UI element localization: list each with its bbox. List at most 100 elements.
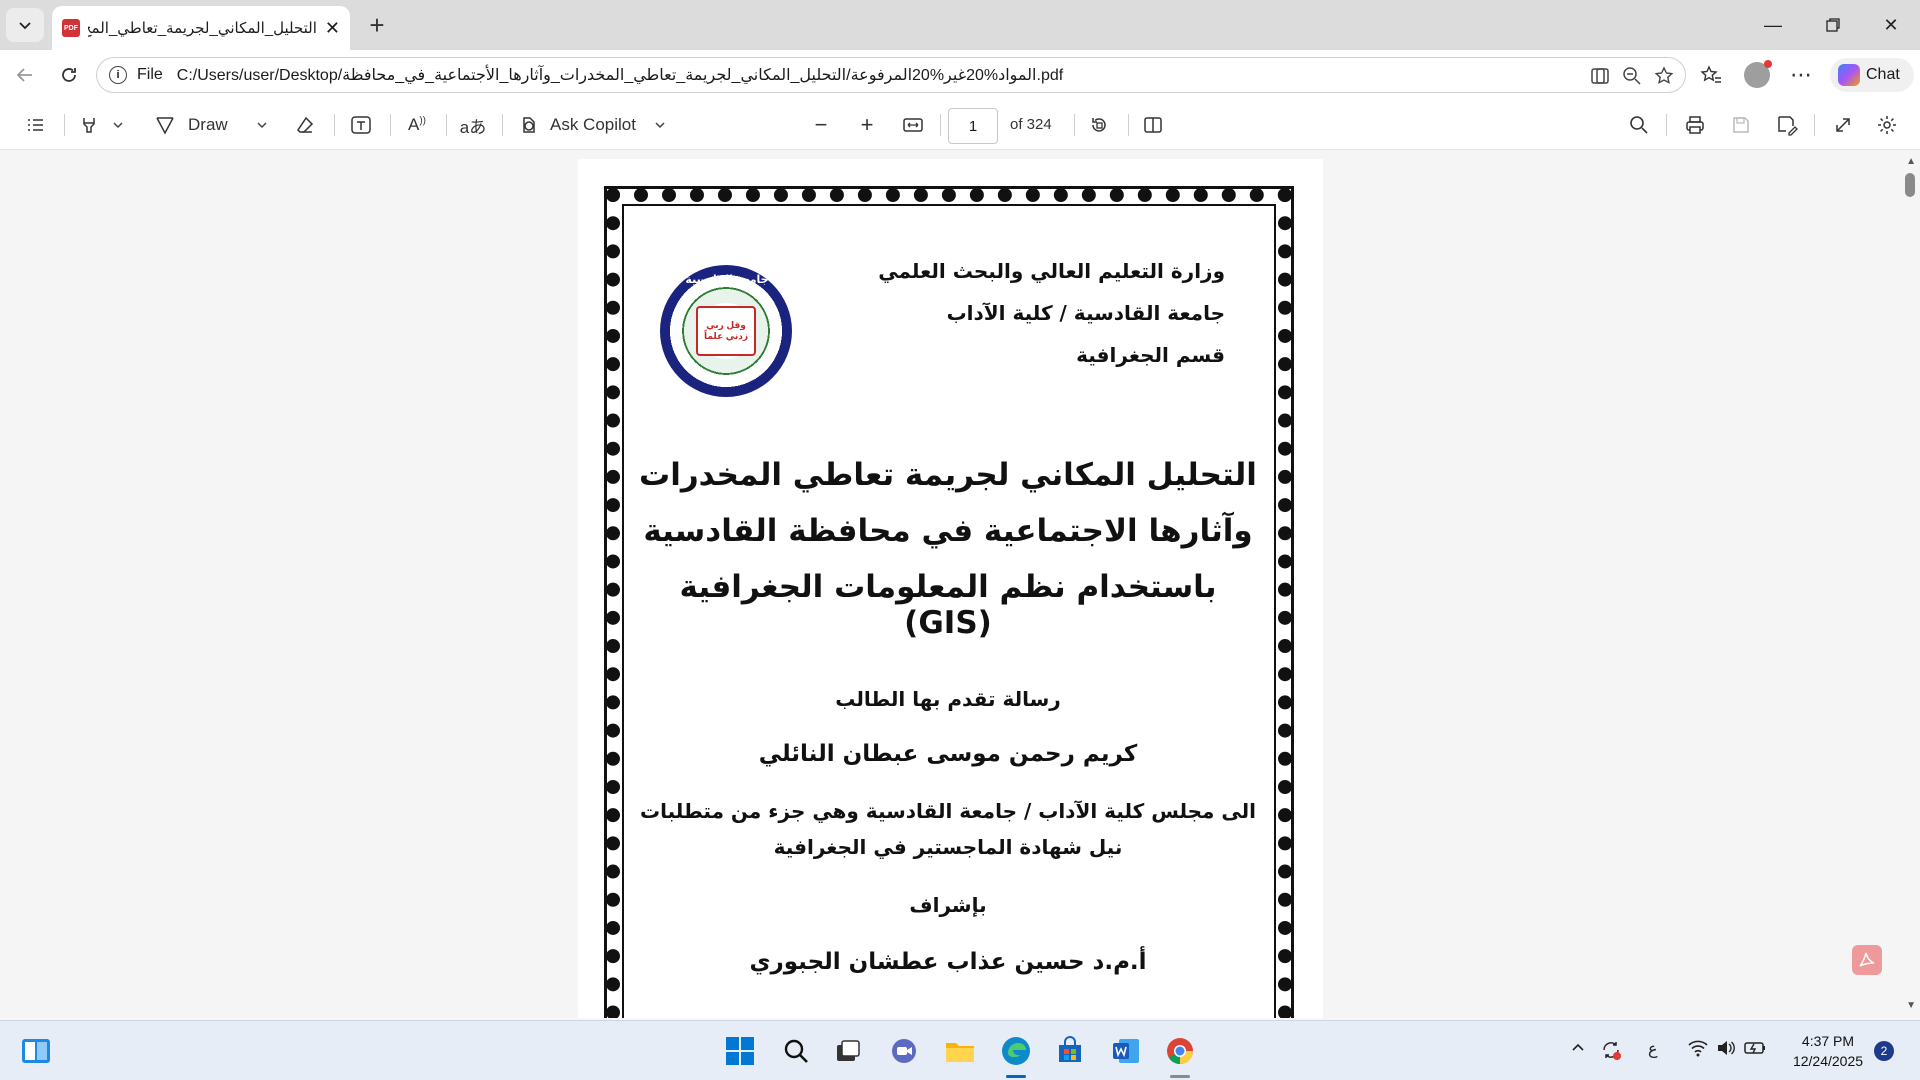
sync-status-button[interactable] <box>1600 1039 1622 1066</box>
copilot-chat-button[interactable]: Chat <box>1830 58 1914 92</box>
divider <box>1666 114 1667 136</box>
system-clock[interactable]: 4:37 PM 12/24/2025 <box>1785 1031 1871 1071</box>
supervisor-name: أ.م.د حسين عذاب عطشان الجبوري <box>749 949 1147 975</box>
contents-button[interactable] <box>18 108 52 142</box>
input-language-indicator[interactable]: ع <box>1648 1039 1658 1059</box>
page-view-button[interactable] <box>1136 108 1170 142</box>
profile-button[interactable] <box>1740 58 1774 92</box>
page-view-icon <box>1144 117 1162 133</box>
printer-icon <box>1686 116 1704 134</box>
notification-count-badge[interactable]: 2 <box>1874 1041 1894 1061</box>
tab-actions-menu-button[interactable] <box>6 8 44 42</box>
divider <box>64 114 65 136</box>
purpose-line-2: نيل شهادة الماجستير في الجغرافية <box>773 835 1123 859</box>
widgets-icon <box>22 1039 50 1063</box>
running-app-indicator <box>1170 1075 1190 1078</box>
zoom-out-icon[interactable] <box>1619 63 1645 89</box>
erase-button[interactable] <box>288 108 322 142</box>
chrome-button[interactable] <box>1160 1031 1200 1071</box>
chrome-icon <box>1167 1038 1193 1065</box>
more-menu-icon[interactable]: ⋯ <box>1784 58 1818 92</box>
highlighter-icon <box>83 118 95 133</box>
ministry-line-3: قسم الجغرافية <box>1076 343 1225 367</box>
back-button[interactable] <box>8 58 42 92</box>
seal-motto: وقل ربي زدني علماً <box>696 306 756 356</box>
save-as-button[interactable] <box>1770 108 1804 142</box>
scroll-up-arrow-icon[interactable]: ▲ <box>1906 156 1916 167</box>
show-hidden-icons-button[interactable] <box>1570 1039 1586 1060</box>
file-explorer-button[interactable] <box>940 1031 980 1071</box>
read-aloud-button[interactable]: A)) <box>400 108 434 142</box>
settings-button[interactable] <box>1870 108 1904 142</box>
address-bar[interactable]: i File C:/Users/user/Desktop/المواد%20غي… <box>96 57 1686 93</box>
read-aloud-icon[interactable] <box>1587 63 1613 89</box>
highlight-options-button[interactable] <box>108 108 128 142</box>
word-button[interactable] <box>1106 1031 1146 1071</box>
maximize-button[interactable] <box>1804 0 1862 50</box>
zoom-out-button[interactable]: − <box>804 108 838 142</box>
print-button[interactable] <box>1678 108 1712 142</box>
chevron-down-icon <box>113 122 123 129</box>
favorite-star-icon[interactable] <box>1651 63 1677 89</box>
submitted-by-label: رسالة تقدم بها الطالب <box>835 687 1061 711</box>
pdf-page: وقل ربي زدني علماً جامعة القادسية وزارة … <box>578 159 1323 1018</box>
wifi-icon[interactable] <box>1688 1039 1708 1062</box>
gear-icon <box>1878 116 1896 134</box>
new-tab-button[interactable]: + <box>362 10 392 40</box>
start-button[interactable] <box>720 1031 760 1071</box>
browser-tab-active[interactable]: PDF التحليل_المكاني_لجريمة_تعاطي_المخ ✕ <box>52 6 350 50</box>
refresh-button[interactable] <box>52 58 86 92</box>
translate-button[interactable]: aあ <box>456 108 490 142</box>
restore-icon <box>1826 18 1840 32</box>
draw-options-button[interactable] <box>252 108 272 142</box>
info-icon[interactable]: i <box>109 66 127 84</box>
windows-logo-icon <box>726 1037 754 1065</box>
volume-icon[interactable] <box>1716 1039 1736 1062</box>
search-button[interactable] <box>776 1031 816 1071</box>
add-text-button[interactable] <box>344 108 378 142</box>
close-window-button[interactable]: ✕ <box>1862 0 1920 50</box>
find-button[interactable] <box>1622 108 1656 142</box>
save-button[interactable] <box>1724 108 1758 142</box>
zoom-in-button[interactable]: + <box>850 108 884 142</box>
page-number-input[interactable]: 1 <box>948 108 998 144</box>
acrobat-icon[interactable] <box>1852 945 1882 975</box>
draw-button[interactable]: Draw <box>154 108 254 142</box>
widgets-button[interactable] <box>16 1031 56 1071</box>
chevron-up-icon <box>1572 1043 1584 1051</box>
teams-meet-button[interactable] <box>884 1031 924 1071</box>
word-icon <box>1113 1039 1139 1063</box>
close-tab-icon[interactable]: ✕ <box>325 18 340 39</box>
search-icon <box>784 1039 808 1063</box>
divider <box>390 114 391 136</box>
scroll-down-arrow-icon[interactable]: ▼ <box>1906 1000 1916 1011</box>
task-view-button[interactable] <box>828 1031 868 1071</box>
divider <box>1074 114 1075 136</box>
pdf-viewer[interactable]: وقل ربي زدني علماً جامعة القادسية وزارة … <box>0 151 1920 1018</box>
read-aloud-icon: A)) <box>407 115 426 134</box>
purpose-line-1: الى مجلس كلية الآداب / جامعة القادسية وه… <box>640 799 1256 823</box>
rotate-button[interactable] <box>1082 108 1116 142</box>
rotate-icon <box>1092 118 1106 132</box>
task-view-icon <box>837 1040 860 1061</box>
battery-charging-icon[interactable] <box>1744 1039 1768 1062</box>
translate-icon: aあ <box>459 117 487 137</box>
full-screen-button[interactable] <box>1826 108 1860 142</box>
save-icon <box>1733 117 1749 133</box>
microsoft-store-button[interactable] <box>1050 1031 1090 1071</box>
scrollbar-thumb[interactable] <box>1905 173 1915 197</box>
fit-to-width-button[interactable] <box>896 108 930 142</box>
address-url[interactable]: C:/Users/user/Desktop/المواد%20غير%20الم… <box>177 65 1063 85</box>
ask-copilot-options-button[interactable] <box>650 108 670 142</box>
highlight-button[interactable] <box>72 108 106 142</box>
vertical-scrollbar[interactable] <box>1900 151 1920 1018</box>
divider <box>1128 114 1129 136</box>
divider <box>502 114 503 136</box>
edge-browser-button[interactable] <box>996 1031 1036 1071</box>
thesis-title-line-2: وآثارها الاجتماعية في محافظة القادسية <box>643 513 1253 549</box>
student-name: كريم رحمن موسى عبطان النائلي <box>758 741 1138 767</box>
eraser-icon <box>297 116 314 133</box>
favorites-icon[interactable] <box>1694 58 1728 92</box>
ask-copilot-label: Ask Copilot <box>550 115 636 134</box>
minimize-button[interactable]: — <box>1744 0 1802 50</box>
